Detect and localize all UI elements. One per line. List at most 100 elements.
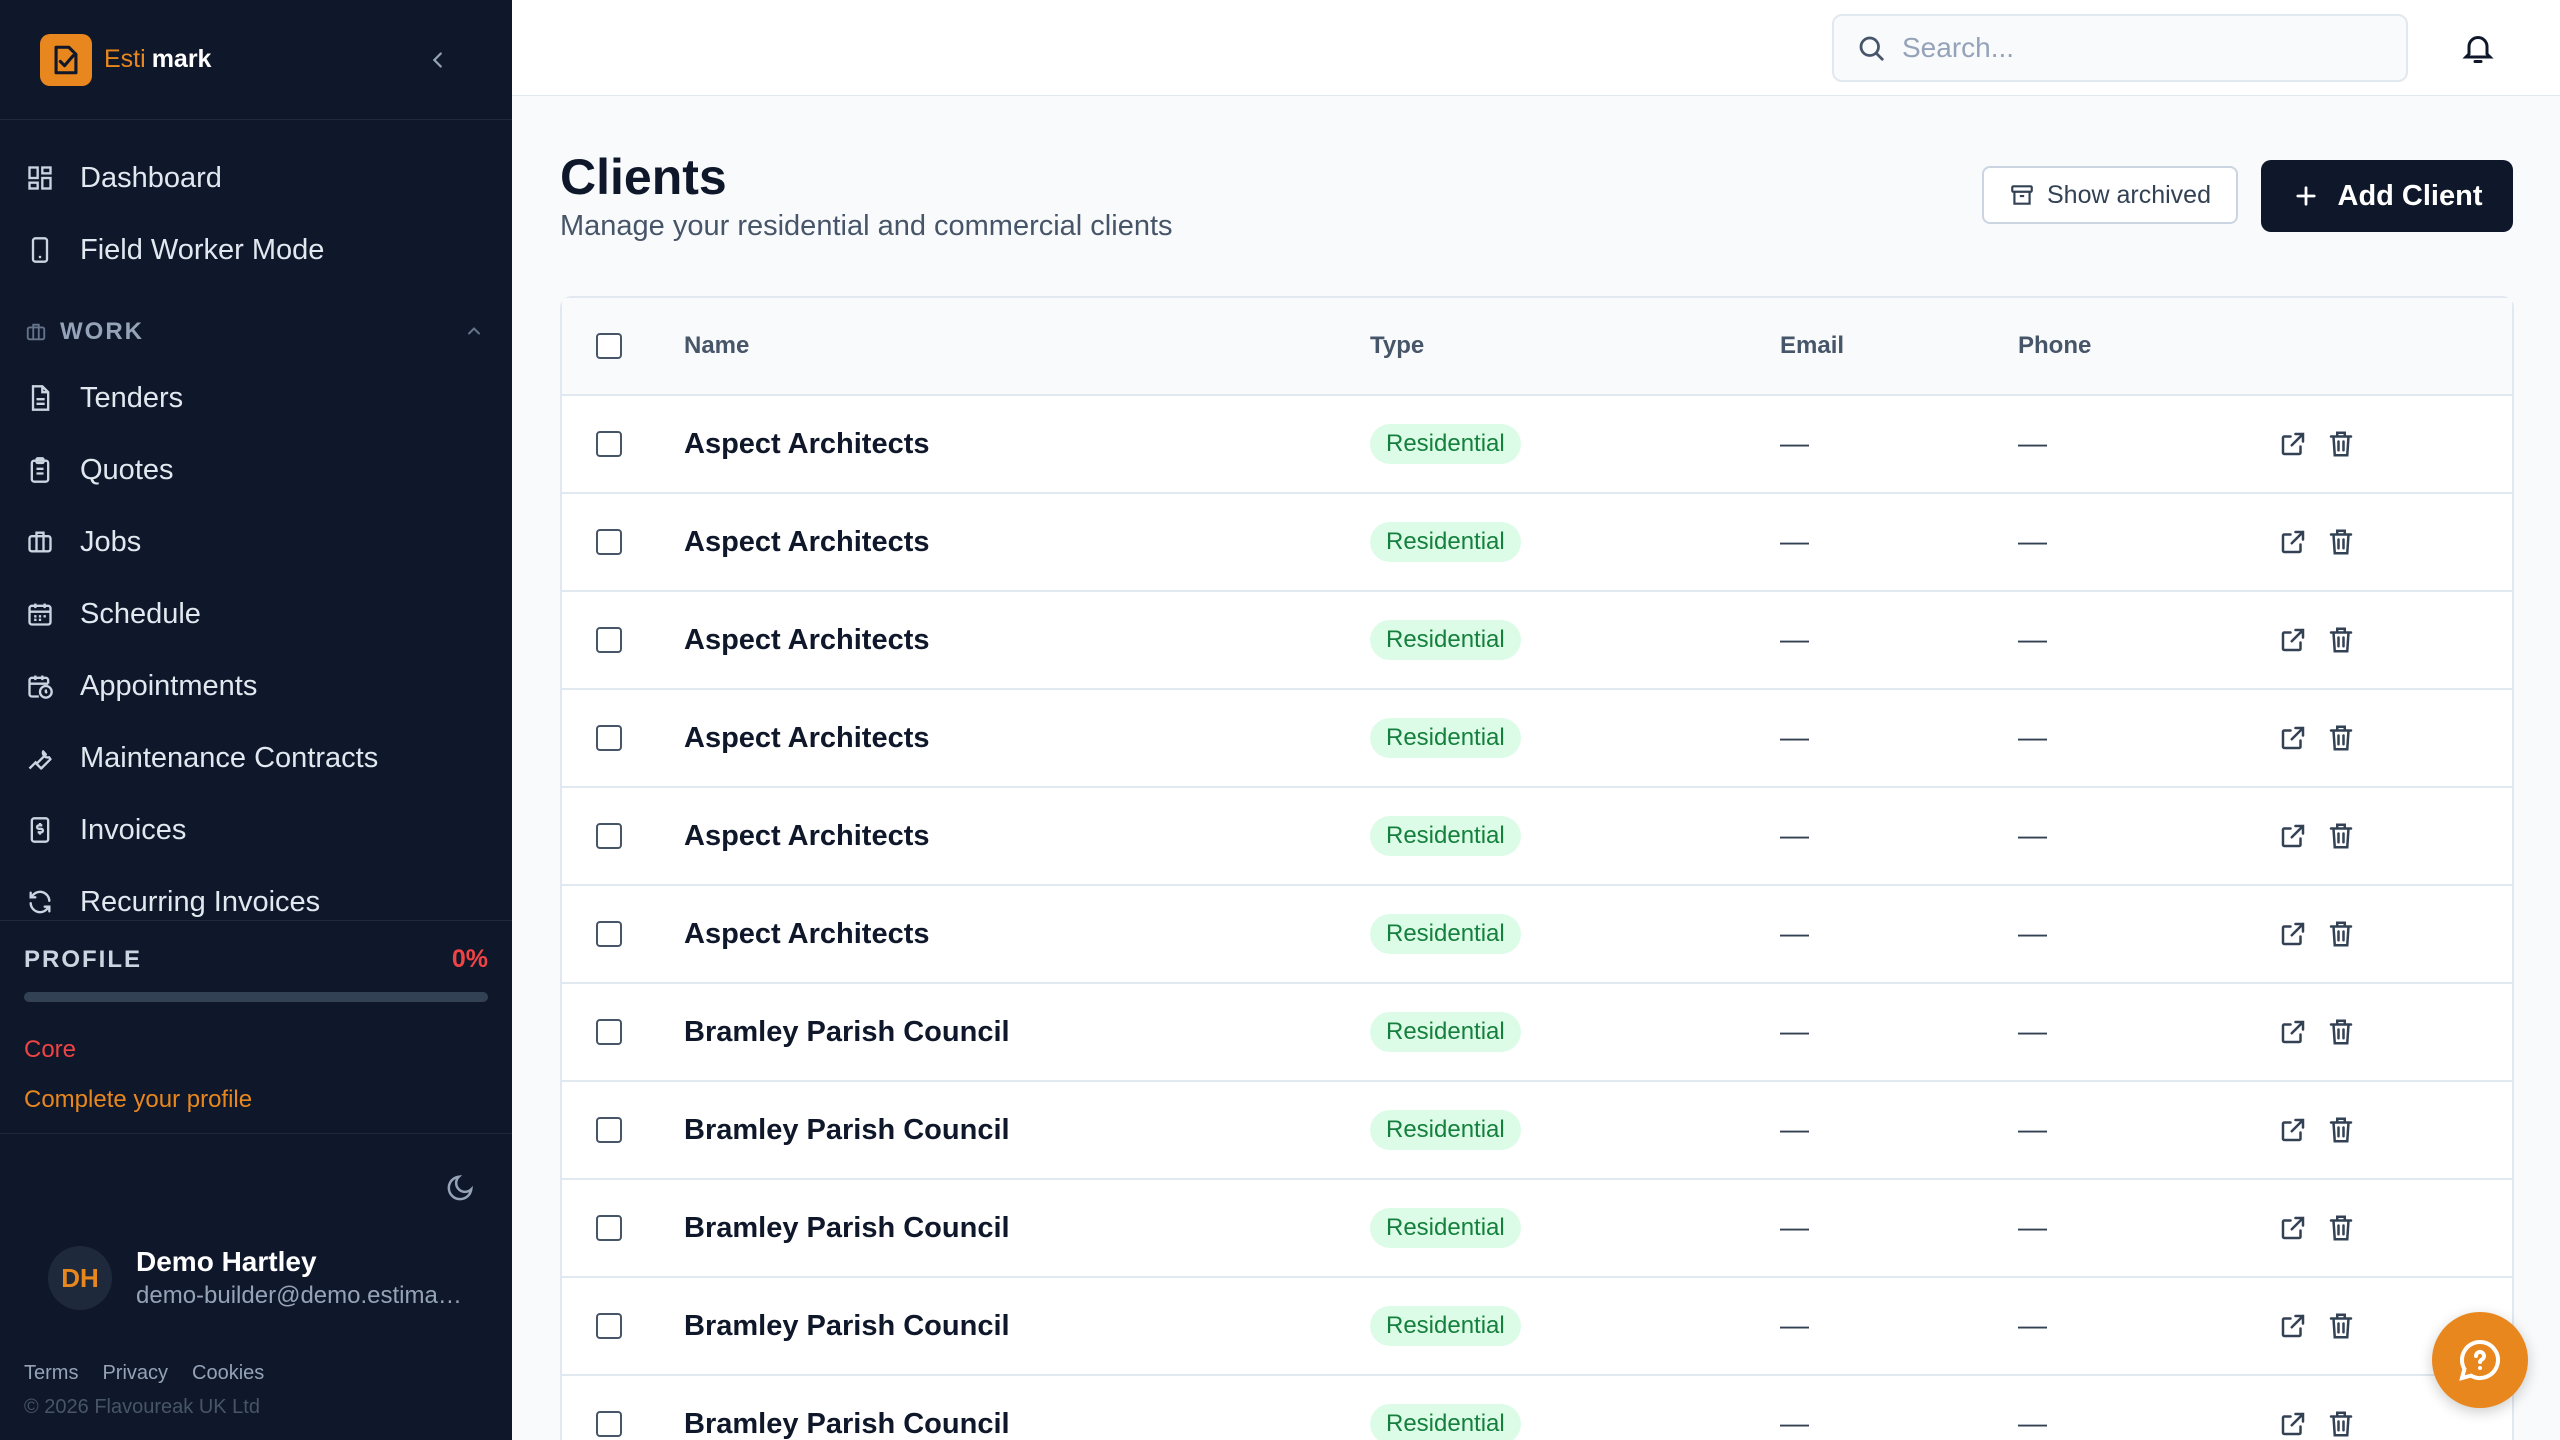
- table-row[interactable]: Aspect Architects Residential — —: [562, 690, 2512, 788]
- client-name[interactable]: Bramley Parish Council: [684, 1114, 1010, 1147]
- open-client-icon[interactable]: [2276, 1113, 2310, 1147]
- delete-client-icon[interactable]: [2324, 1309, 2358, 1343]
- client-name[interactable]: Aspect Architects: [684, 722, 930, 755]
- client-name[interactable]: Aspect Architects: [684, 526, 930, 559]
- open-client-icon[interactable]: [2276, 427, 2310, 461]
- brand-header: Esti mark: [0, 0, 512, 120]
- sidebar-item-appointments[interactable]: Appointments: [0, 650, 512, 722]
- profile-title: PROFILE: [24, 945, 143, 973]
- sidebar-item-label: Maintenance Contracts: [80, 741, 379, 774]
- search-input[interactable]: [1902, 32, 2362, 64]
- open-client-icon[interactable]: [2276, 721, 2310, 755]
- client-name[interactable]: Bramley Parish Council: [684, 1212, 1010, 1245]
- open-client-icon[interactable]: [2276, 1211, 2310, 1245]
- client-name[interactable]: Aspect Architects: [684, 624, 930, 657]
- privacy-link[interactable]: Privacy: [102, 1362, 168, 1384]
- delete-client-icon[interactable]: [2324, 1407, 2358, 1440]
- row-checkbox[interactable]: [596, 1019, 622, 1045]
- chat-help-icon: [2459, 1339, 2500, 1381]
- add-client-button[interactable]: Add Client: [2261, 160, 2513, 232]
- row-checkbox[interactable]: [596, 627, 622, 653]
- delete-client-icon[interactable]: [2324, 917, 2358, 951]
- row-checkbox[interactable]: [596, 431, 622, 457]
- row-checkbox[interactable]: [596, 823, 622, 849]
- row-checkbox[interactable]: [596, 1215, 622, 1241]
- client-name[interactable]: Aspect Architects: [684, 820, 930, 853]
- column-header-name[interactable]: Name: [684, 332, 749, 360]
- delete-client-icon[interactable]: [2324, 819, 2358, 853]
- calendar-clock-icon: [24, 670, 56, 702]
- row-checkbox[interactable]: [596, 1411, 622, 1437]
- table-row[interactable]: Aspect Architects Residential — —: [562, 494, 2512, 592]
- collapse-sidebar-button[interactable]: [420, 42, 456, 78]
- open-client-icon[interactable]: [2276, 917, 2310, 951]
- sidebar-item-maintenance-contracts[interactable]: Maintenance Contracts: [0, 722, 512, 794]
- show-archived-button[interactable]: Show archived: [1982, 166, 2238, 224]
- delete-client-icon[interactable]: [2324, 1211, 2358, 1245]
- client-name[interactable]: Bramley Parish Council: [684, 1016, 1010, 1049]
- user-name: Demo Hartley: [136, 1246, 317, 1277]
- table-row[interactable]: Aspect Architects Residential — —: [562, 592, 2512, 690]
- terms-link[interactable]: Terms: [24, 1362, 78, 1384]
- search-box[interactable]: [1832, 14, 2408, 82]
- row-actions: [2276, 427, 2372, 461]
- table-row[interactable]: Bramley Parish Council Residential — —: [562, 1376, 2512, 1440]
- sidebar-item-dashboard[interactable]: Dashboard: [0, 142, 512, 214]
- row-checkbox[interactable]: [596, 1313, 622, 1339]
- column-header-email[interactable]: Email: [1780, 332, 1844, 360]
- user-menu[interactable]: DH Demo Hartley demo-builder@demo.estima…: [48, 1246, 466, 1310]
- delete-client-icon[interactable]: [2324, 525, 2358, 559]
- main-content: Clients Manage your residential and comm…: [512, 96, 2560, 1440]
- sidebar-item-label: Field Worker Mode: [80, 233, 325, 266]
- row-checkbox[interactable]: [596, 529, 622, 555]
- table-row[interactable]: Bramley Parish Council Residential — —: [562, 984, 2512, 1082]
- open-client-icon[interactable]: [2276, 623, 2310, 657]
- client-name[interactable]: Aspect Architects: [684, 918, 930, 951]
- open-client-icon[interactable]: [2276, 819, 2310, 853]
- cookies-link[interactable]: Cookies: [192, 1362, 264, 1384]
- table-header-row: Name Type Email Phone: [562, 298, 2512, 396]
- row-checkbox[interactable]: [596, 921, 622, 947]
- client-name[interactable]: Aspect Architects: [684, 428, 930, 461]
- delete-client-icon[interactable]: [2324, 427, 2358, 461]
- delete-client-icon[interactable]: [2324, 623, 2358, 657]
- client-type-badge: Residential: [1370, 424, 1521, 464]
- row-checkbox[interactable]: [596, 1117, 622, 1143]
- sidebar-item-label: Quotes: [80, 453, 174, 486]
- client-name[interactable]: Bramley Parish Council: [684, 1408, 1010, 1440]
- open-client-icon[interactable]: [2276, 525, 2310, 559]
- estimark-logo-icon[interactable]: [40, 33, 92, 86]
- table-row[interactable]: Bramley Parish Council Residential — —: [562, 1278, 2512, 1376]
- sidebar-item-jobs[interactable]: Jobs: [0, 506, 512, 578]
- table-row[interactable]: Aspect Architects Residential — —: [562, 886, 2512, 984]
- open-client-icon[interactable]: [2276, 1309, 2310, 1343]
- sidebar-item-tenders[interactable]: Tenders: [0, 362, 512, 434]
- search-icon: [1859, 36, 1884, 61]
- sidebar-item-invoices[interactable]: Invoices: [0, 794, 512, 866]
- help-chat-button[interactable]: [2432, 1312, 2528, 1408]
- table-row[interactable]: Bramley Parish Council Residential — —: [562, 1082, 2512, 1180]
- column-header-phone[interactable]: Phone: [2018, 332, 2091, 360]
- notifications-button[interactable]: [2454, 24, 2502, 72]
- select-all-checkbox[interactable]: [596, 333, 622, 359]
- delete-client-icon[interactable]: [2324, 1113, 2358, 1147]
- open-client-icon[interactable]: [2276, 1015, 2310, 1049]
- theme-toggle-button[interactable]: [440, 1168, 480, 1208]
- row-checkbox[interactable]: [596, 725, 622, 751]
- complete-profile-link[interactable]: Complete your profile: [24, 1086, 488, 1114]
- table-row[interactable]: Aspect Architects Residential — —: [562, 788, 2512, 886]
- sidebar-item-quotes[interactable]: Quotes: [0, 434, 512, 506]
- sidebar-section-work[interactable]: WORK: [0, 302, 512, 362]
- open-client-icon[interactable]: [2276, 1407, 2310, 1440]
- sidebar-item-field-worker-mode[interactable]: Field Worker Mode: [0, 214, 512, 286]
- delete-client-icon[interactable]: [2324, 721, 2358, 755]
- delete-client-icon[interactable]: [2324, 1015, 2358, 1049]
- table-row[interactable]: Bramley Parish Council Residential — —: [562, 1180, 2512, 1278]
- row-actions: [2276, 1309, 2372, 1343]
- column-header-type[interactable]: Type: [1370, 332, 1424, 360]
- table-row[interactable]: Aspect Architects Residential — —: [562, 396, 2512, 494]
- client-name[interactable]: Bramley Parish Council: [684, 1310, 1010, 1343]
- sidebar-item-schedule[interactable]: Schedule: [0, 578, 512, 650]
- client-email: —: [1780, 721, 1809, 754]
- profile-completion-panel: PROFILE 0% Core Complete your profile: [0, 920, 512, 1134]
